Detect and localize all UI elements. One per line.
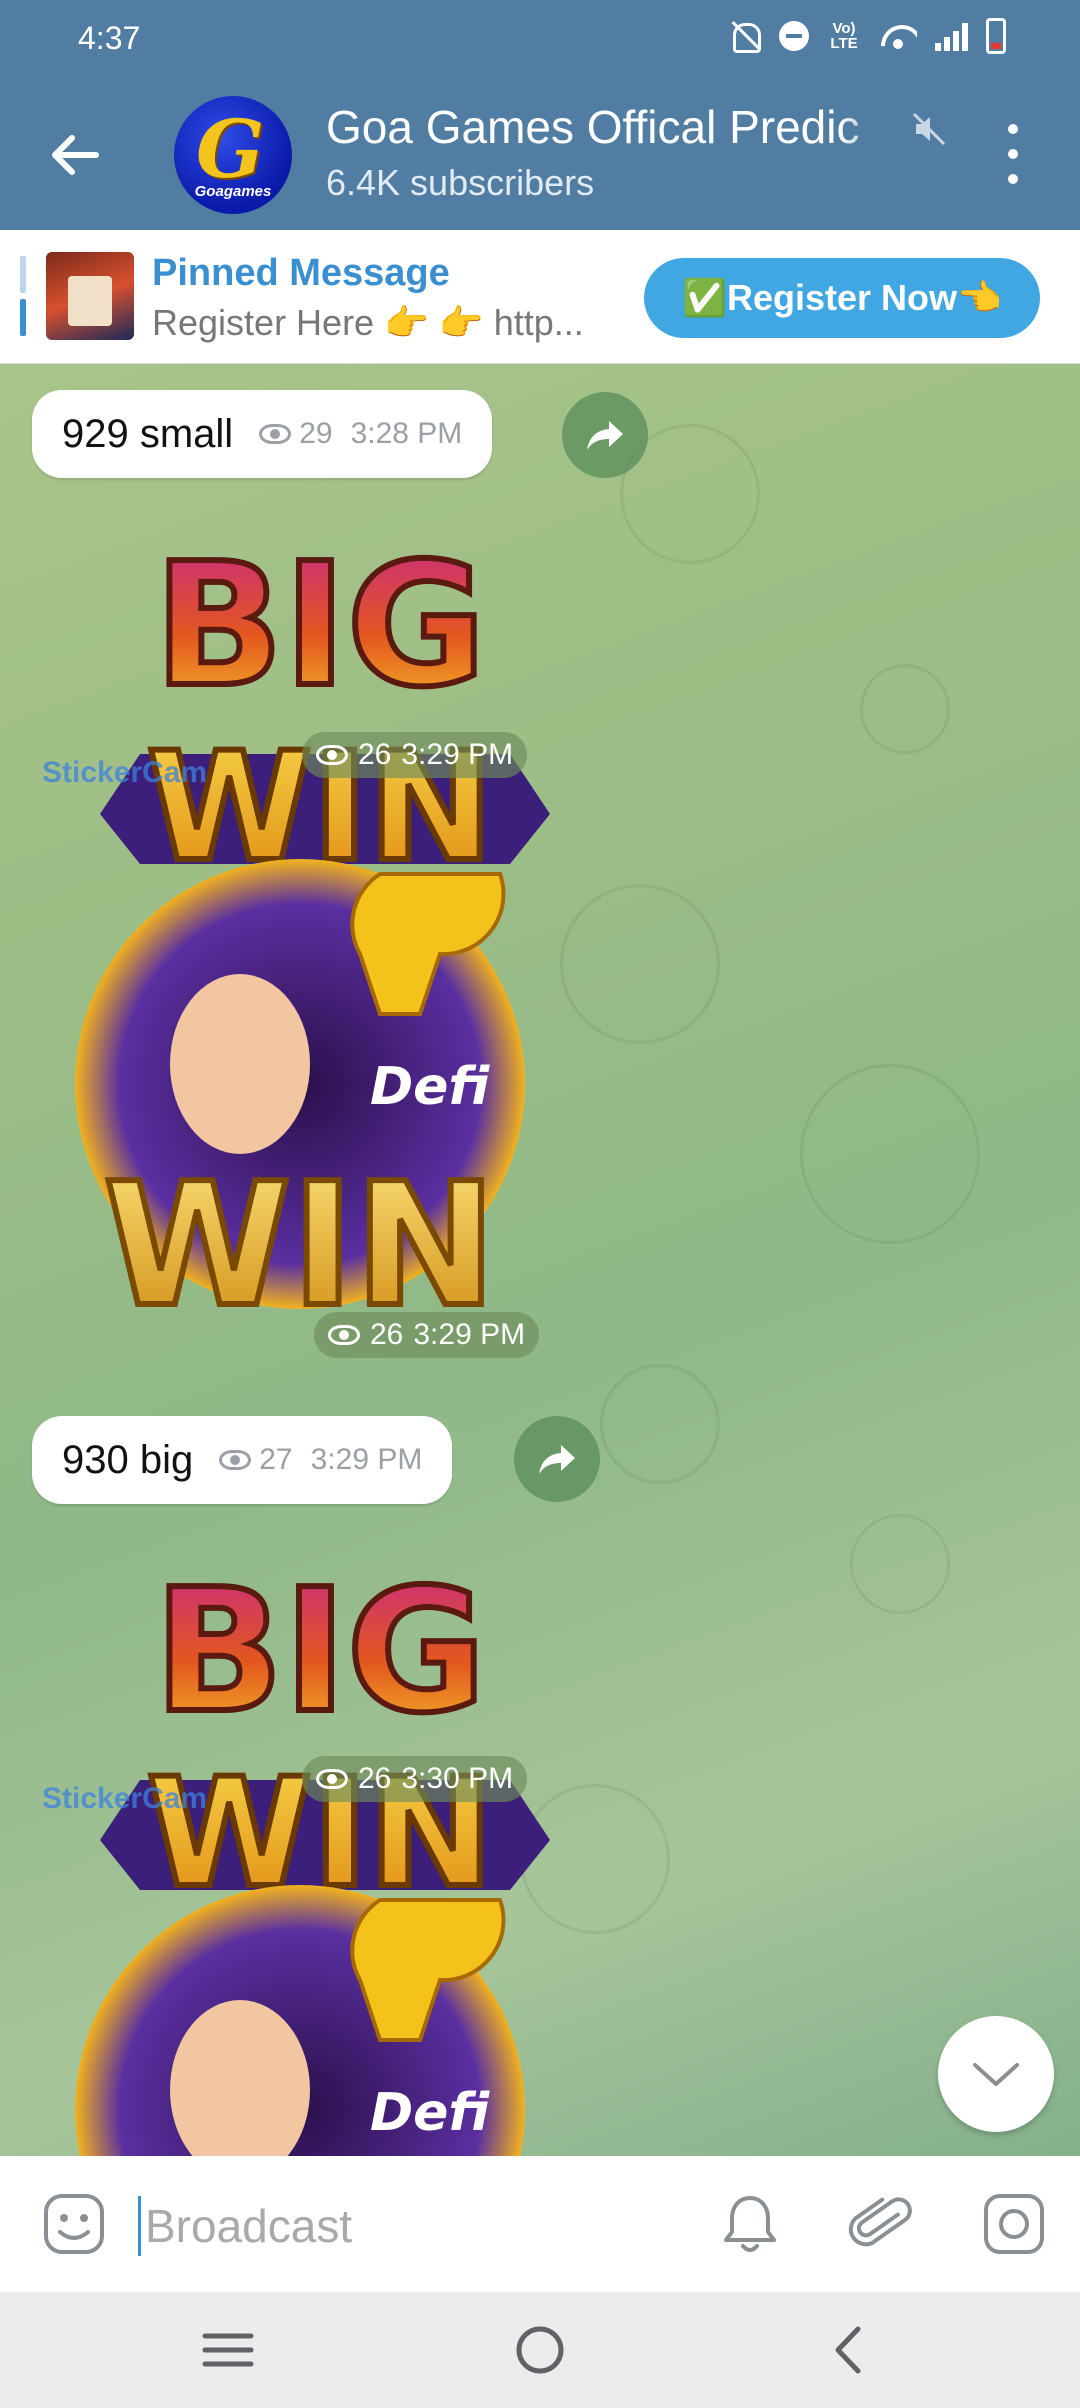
stickercam-watermark: StickerCam [42,756,208,789]
message-text: 930 big [62,1437,194,1482]
more-menu-button[interactable] [998,124,1028,184]
views-icon [316,1769,348,1789]
arrow-left-icon [52,135,99,175]
view-count: 27 [259,1443,293,1476]
views-icon [328,1325,360,1345]
camera-icon[interactable] [980,2190,1048,2258]
app-header: 4:37 Vo) LTE G Goagames Goa Games Offica… [0,0,1080,230]
share-arrow-icon [587,421,623,450]
view-count: 26 [370,1318,404,1351]
bell-off-icon [727,19,761,53]
wifi-icon [879,21,917,51]
attach-icon[interactable] [848,2190,916,2258]
channel-title[interactable]: Goa Games Offical Predic [326,100,896,154]
status-icons: Vo) LTE [727,18,1006,54]
status-time: 4:37 [78,20,141,56]
message-time: 3:30 PM [401,1762,514,1795]
view-count: 26 [358,1762,392,1795]
battery-icon [986,18,1006,54]
view-count: 26 [358,738,392,771]
pinned-message-bar[interactable]: Pinned Message Register Here 👉 👉 http...… [0,230,1080,364]
chevron-down-icon [973,2063,1019,2086]
message-meta: 27 3:29 PM [219,1443,422,1477]
volte-icon: Vo) LTE [830,20,858,52]
stickercam-watermark: StickerCam [42,1782,208,1815]
sticker-meta: 26 3:29 PM [314,1312,540,1358]
svg-text:BIG: BIG [154,527,486,725]
defi-win-sticker[interactable]: Defi [40,1860,560,2156]
scroll-to-bottom-button[interactable] [938,2016,1054,2132]
big-win-sticker[interactable]: BIG WIN [80,1540,560,1890]
message-time: 3:29 PM [413,1318,526,1351]
message-time: 3:29 PM [401,738,514,771]
do-not-disturb-icon [779,21,809,51]
background-doodle [860,664,950,754]
sticker-meta: 26 3:29 PM [302,732,528,778]
system-nav-bar [0,2292,1080,2408]
pinned-title: Pinned Message [152,252,450,294]
avatar-text: Goagames [194,183,272,200]
message-text: 929 small [62,411,234,456]
broadcast-input[interactable] [138,2196,678,2256]
message-bubble[interactable]: 929 small 29 3:28 PM [32,390,493,478]
views-icon [316,745,348,765]
home-circle-icon [516,2326,564,2374]
svg-text:Defi: Defi [370,1057,490,1117]
message-bubble[interactable]: 930 big 27 3:29 PM [32,1416,453,1504]
recents-button[interactable] [198,2320,258,2380]
back-button[interactable] [40,120,110,190]
background-doodle [850,1514,950,1614]
background-doodle [560,884,720,1044]
background-doodle [600,1364,720,1484]
register-now-button[interactable]: ✅Register Now👈 [644,258,1040,338]
pinned-text: Register Here 👉 👉 http... [152,302,584,343]
forward-button[interactable] [562,392,648,478]
view-count: 29 [299,417,333,450]
channel-avatar[interactable]: G Goagames [174,96,292,214]
views-icon [259,424,292,444]
sticker-emoji-icon[interactable] [40,2190,108,2258]
forward-button[interactable] [514,1416,600,1502]
system-back-button[interactable] [818,2320,878,2380]
svg-text:BIG: BIG [154,1553,486,1751]
share-arrow-icon [539,1445,575,1474]
signal-icon [935,21,968,51]
chevron-left-icon [835,2326,861,2374]
message-time: 3:28 PM [350,417,463,450]
chat-area[interactable]: 929 small 29 3:28 PM BIG WIN StickerCam … [0,364,1080,2156]
bell-icon[interactable] [716,2190,784,2258]
sticker-meta: 26 3:30 PM [302,1756,528,1802]
status-bar: 4:37 Vo) LTE [0,0,1080,76]
avatar-letter: G [196,102,265,196]
input-bar [0,2156,1080,2292]
views-icon [219,1450,252,1470]
pinned-thumbnail [46,252,134,340]
message-meta: 29 3:28 PM [259,417,462,451]
home-button[interactable] [510,2320,570,2380]
defi-win-sticker[interactable]: Defi WIN [40,834,560,1354]
menu-lines-icon [202,2333,254,2367]
subscriber-count: 6.4K subscribers [326,162,595,203]
big-win-sticker[interactable]: BIG WIN [80,514,560,864]
svg-text:Defi: Defi [370,2083,490,2143]
message-time: 3:29 PM [310,1443,423,1476]
pinned-indicator [20,256,26,336]
muted-speaker-icon [912,112,946,146]
background-doodle [800,1064,980,1244]
title-fade [840,96,900,156]
